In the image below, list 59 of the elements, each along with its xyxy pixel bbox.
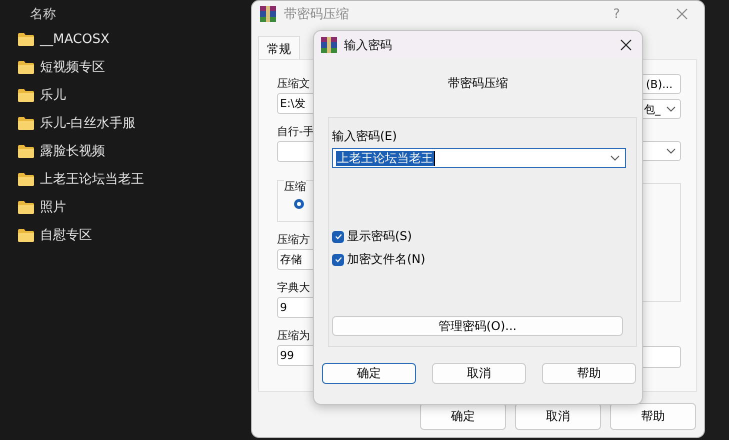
input-field[interactable]: E:\发 xyxy=(277,93,313,114)
folder-name[interactable]: 乐儿-白丝水手服 xyxy=(40,114,136,132)
folder-icon xyxy=(18,228,34,242)
help-button[interactable]: 帮助 xyxy=(610,403,696,430)
browse-button[interactable]: (B)... xyxy=(643,74,681,94)
window-title: 带密码压缩 xyxy=(284,6,349,23)
dialog-heading: 带密码压缩 xyxy=(447,75,509,91)
archive-icon xyxy=(321,37,337,53)
radio-button[interactable] xyxy=(294,199,304,209)
window-title: 输入密码 xyxy=(344,36,392,54)
folder-icon xyxy=(18,172,34,186)
folder-icon xyxy=(18,144,34,158)
input-field[interactable] xyxy=(277,141,313,162)
checkbox-label[interactable]: 显示密码(S) xyxy=(347,228,412,245)
input-field[interactable]: 存储 xyxy=(277,249,313,270)
dropdown-value: 包_ xyxy=(644,102,660,116)
manage-passwords-button[interactable]: 管理密码(O)... xyxy=(332,316,623,336)
ok-button[interactable]: 确定 xyxy=(420,403,506,430)
field-label: 压缩为 xyxy=(277,328,311,342)
field-label: 压缩文 xyxy=(277,76,311,90)
folder-icon xyxy=(18,116,34,130)
cancel-button[interactable]: 取消 xyxy=(432,363,526,384)
chevron-icon xyxy=(666,148,676,154)
close-icon[interactable] xyxy=(620,39,632,51)
checkbox-label[interactable]: 加密文件名(N) xyxy=(347,251,426,268)
field-label: 自行-手 xyxy=(277,124,313,138)
check-icon xyxy=(334,255,342,264)
folder-name[interactable]: __MACOSX xyxy=(40,32,110,46)
cancel-button[interactable]: 取消 xyxy=(515,403,601,430)
folder-name[interactable]: 上老王论坛当老王 xyxy=(40,170,144,188)
folder-icon xyxy=(18,200,34,214)
input-field[interactable] xyxy=(643,346,681,368)
folder-name[interactable]: 自慰专区 xyxy=(40,226,92,244)
folder-name[interactable]: 短视频专区 xyxy=(40,58,105,76)
archive-icon xyxy=(260,6,276,22)
ok-button[interactable]: 确定 xyxy=(322,363,416,384)
field-label: 输入密码(E) xyxy=(332,128,398,144)
help-button[interactable]: 帮助 xyxy=(542,363,636,384)
folder-icon xyxy=(18,88,34,102)
folder-name[interactable]: 露脸长视频 xyxy=(40,142,105,160)
password-value: 上老王论坛当老王 xyxy=(336,150,434,166)
dropdown[interactable]: 包_ xyxy=(643,99,681,119)
password-combobox[interactable]: 上老王论坛当老王 xyxy=(332,148,626,168)
checkbox[interactable] xyxy=(332,230,344,242)
folder-icon xyxy=(18,32,34,46)
field-label: 压缩方 xyxy=(277,232,311,246)
chevron-icon xyxy=(666,106,676,112)
tab[interactable]: 常规 xyxy=(258,36,300,59)
group-label: 压缩 xyxy=(284,179,306,194)
column-header[interactable]: 名称 xyxy=(0,0,251,25)
checkbox[interactable] xyxy=(332,254,344,266)
chevron-icon xyxy=(610,155,620,161)
field-label: 字典大 xyxy=(277,280,311,294)
check-icon xyxy=(334,232,342,241)
input-field[interactable]: 99 xyxy=(277,345,313,366)
folder-name[interactable]: 乐儿 xyxy=(40,86,66,104)
input-field[interactable]: 9 xyxy=(277,297,313,318)
folder-icon xyxy=(18,60,34,74)
folder-name[interactable]: 照片 xyxy=(40,198,66,216)
